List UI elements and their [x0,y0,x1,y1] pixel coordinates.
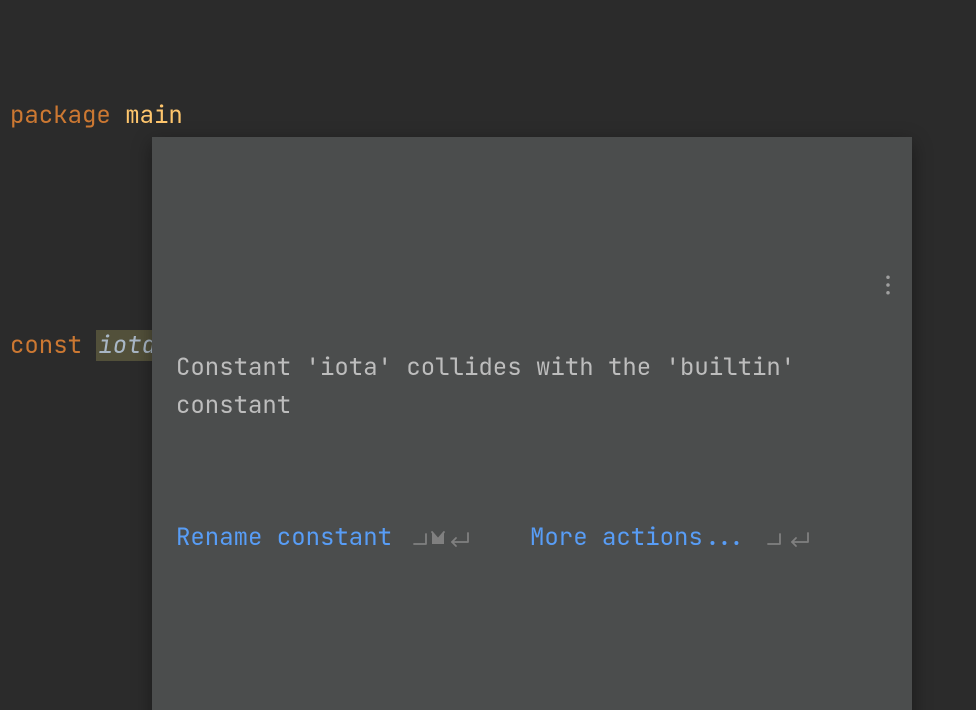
keyword-package: package [10,100,111,131]
actions-row: Rename constant More actions... [176,519,888,557]
code-line-1: package main [10,97,966,135]
inspection-message: Constant 'iota' collides with the 'built… [176,349,888,426]
inspection-panel: Constant 'iota' collides with the 'built… [152,214,912,654]
identifier-iota[interactable]: iota [96,330,158,361]
code-editor[interactable]: package main const iota = 0 Constant 'io… [0,0,976,501]
more-menu-icon[interactable] [765,232,896,347]
shortcut-more-icon [766,528,810,548]
shortcut-rename-icon [412,528,470,548]
package-name: main [125,100,183,131]
rename-constant-link[interactable]: Rename constant [176,519,392,557]
keyword-const: const [10,330,82,361]
intention-tooltip: Constant 'iota' collides with the 'built… [152,137,912,710]
more-actions-link[interactable]: More actions... [530,519,746,557]
